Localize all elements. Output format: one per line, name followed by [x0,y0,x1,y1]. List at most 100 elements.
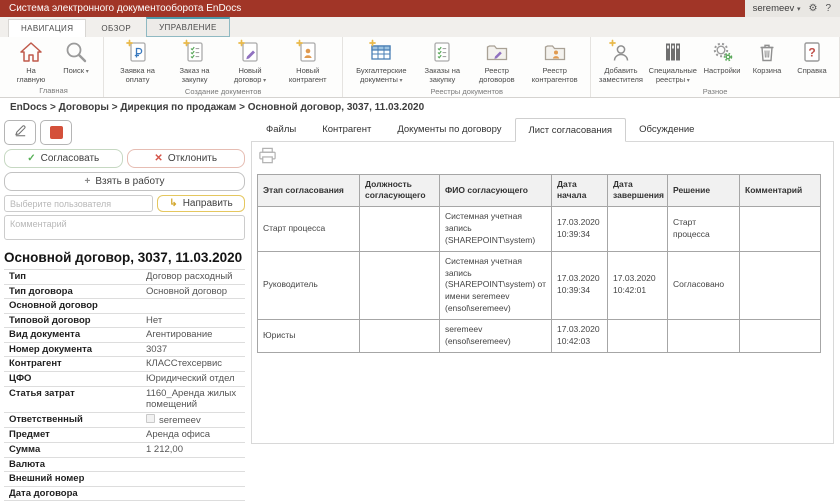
route-label: Направить [183,198,233,209]
document-tab-0[interactable]: Файлы [253,118,309,141]
approve-button[interactable]: ✓ Согласовать [4,149,123,168]
chevron-down-icon: ▾ [797,6,801,13]
approval-sheet-panel: Этап согласованияДолжность согласующегоФ… [251,141,834,444]
ribbon-button[interactable]: ?Справка [792,39,832,75]
table-cell [360,251,440,319]
ribbon-button-label: Новый договор ▾ [225,66,275,85]
document-tab-4[interactable]: Обсуждение [626,118,707,141]
table-cell [740,206,821,251]
breadcrumb-separator: > [47,102,58,113]
ribbon-button[interactable]: Новый контрагент [280,39,335,84]
ribbon-button[interactable]: На главную [11,39,51,84]
decision-buttons: ✓ Согласовать ✕ Отклонить [4,149,245,168]
property-value [142,458,245,472]
app-window: Система электронного документооборота En… [0,0,840,437]
gear-icon[interactable]: ⚙ [808,3,817,14]
property-value: 1160_Аренда жилых помещений [142,387,245,412]
user-menu[interactable]: seremeev ▾ [753,3,801,14]
ribbon-button[interactable]: Настройки [702,39,742,75]
ribbon-group: Заявка на оплату Заказ на закупку Новый до… [104,37,343,97]
redirect-arrow-icon: ↳ [169,198,177,209]
table-cell: Старт процесса [668,206,740,251]
property-label: Тип договора [4,285,142,299]
ribbon-button[interactable]: Добавить заместителя [598,39,643,84]
ribbon-tab-0[interactable]: НАВИГАЦИЯ [8,19,86,37]
document-tab-bar: ФайлыКонтрагентДокументы по договоруЛист… [251,118,834,141]
ribbon-button-label: Добавить заместителя [598,66,643,84]
ribbon-button[interactable]: Реестр контрагентов [526,39,583,84]
properties-table: ТипДоговор расходныйТип договораОсновной… [4,269,245,501]
ribbon-button[interactable]: Новый договор ▾ [225,39,275,85]
help-icon[interactable]: ? [825,3,831,14]
ribbon-button[interactable]: Заявка на оплату [111,39,164,84]
ribbon-button-label: Настройки [704,66,741,75]
pencil-icon [13,123,28,143]
table-cell: 17.03.2020 10:42:01 [608,251,668,319]
table-cell: Старт процесса [258,206,360,251]
breadcrumb-item[interactable]: Договоры [59,102,109,113]
table-cell [740,320,821,353]
table-header-cell: Дата завершения [608,175,668,207]
ribbon-button-label: Поиск ▾ [63,66,88,76]
payment-request-icon [125,39,151,65]
ribbon-button[interactable]: Специальные реестры ▾ [649,39,697,85]
document-tab-2[interactable]: Документы по договору [384,118,514,141]
ribbon-group-label: Главная [11,84,96,97]
take-to-work-button[interactable]: + Взять в работу [4,172,245,191]
ribbon-tab-bar: НАВИГАЦИЯОБЗОРУПРАВЛЕНИЕ [0,17,840,37]
ribbon-button-label: Бухгалтерские документы ▾ [350,66,412,85]
property-row: КонтрагентКЛАССтехсервис [4,357,245,372]
table-header-row: Этап согласованияДолжность согласующегоФ… [258,175,821,207]
chevron-down-icon: ▾ [398,78,403,84]
property-label: Предмет [4,428,142,442]
table-cell: seremeev (ensol\seremeev) [440,320,552,353]
property-row: Тип договораОсновной договор [4,285,245,300]
table-header-cell: ФИО согласующего [440,175,552,207]
accounting-docs-icon [368,39,394,65]
property-row: Ответственныйseremeev [4,413,245,429]
breadcrumb-item[interactable]: Дирекция по продажам [120,102,236,113]
comment-input[interactable] [4,215,245,240]
ribbon-group-label: Реестры документов [350,85,583,98]
document-tab-1[interactable]: Контрагент [309,118,384,141]
printer-icon [258,152,277,169]
reject-button[interactable]: ✕ Отклонить [127,149,246,168]
property-label: Статья затрат [4,387,142,412]
ribbon-tab-1[interactable]: ОБЗОР [89,20,143,37]
table-cell: Системная учетная запись (SHAREPOINT\sys… [440,206,552,251]
document-tab-3-active[interactable]: Лист согласования [515,118,627,142]
table-header-cell: Комментарий [740,175,821,207]
property-value [142,487,245,501]
ribbon-button[interactable]: Заказы на закупку [417,39,467,84]
table-row: Старт процесса Системная учетная запись (… [258,206,821,251]
property-value: Юридический отдел [142,372,245,386]
user-select-input[interactable] [4,195,153,212]
edit-button[interactable] [4,120,36,145]
property-value: Нет [142,314,245,328]
property-value [142,299,245,313]
ribbon-button[interactable]: Поиск ▾ [56,39,96,76]
reject-label: Отклонить [168,153,217,164]
route-button[interactable]: ↳ Направить [157,195,245,212]
stop-button[interactable] [40,120,72,145]
ribbon-tab-2[interactable]: УПРАВЛЕНИЕ [146,17,230,37]
ribbon-button[interactable]: Заказ на закупку [169,39,220,84]
new-contract-icon [237,39,263,65]
table-cell: Юристы [258,320,360,353]
breadcrumb-item[interactable]: EnDocs [10,102,47,113]
ribbon-button[interactable]: Корзина [747,39,787,75]
svg-text:?: ? [808,46,815,60]
checkbox-icon [146,414,155,423]
property-row: Статья затрат1160_Аренда жилых помещений [4,387,245,413]
ribbon-button[interactable]: Бухгалтерские документы ▾ [350,39,412,85]
property-row: Внешний номер [4,472,245,487]
ribbon-button-label: Реестр договоров [472,66,521,84]
ribbon-button-label: Заказ на закупку [169,66,220,84]
ribbon-button-label: Специальные реестры ▾ [649,66,697,85]
print-button[interactable] [258,147,277,170]
document-tool-row [4,120,245,145]
ribbon-button-label: Реестр контрагентов [526,66,583,84]
breadcrumb: EnDocs > Договоры > Дирекция по продажам… [0,98,840,116]
add-deputy-icon [608,39,634,65]
ribbon-button[interactable]: Реестр договоров [472,39,521,84]
